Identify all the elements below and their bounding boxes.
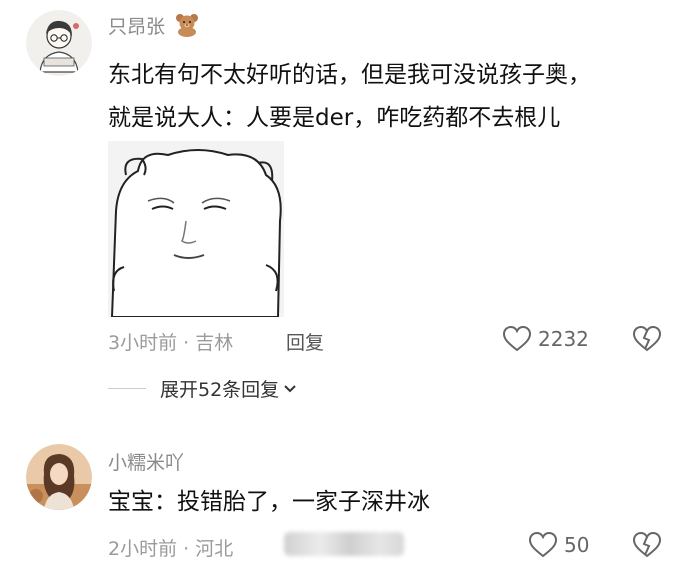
blurred-reply-preview bbox=[284, 532, 404, 556]
like-button[interactable]: 50 bbox=[528, 531, 589, 559]
comment-time-location: 3小时前 · 吉林 bbox=[108, 332, 234, 354]
username-text[interactable]: 只昂张 bbox=[108, 16, 165, 38]
comment-line: 东北有句不太好听的话，但是我可没说孩子奥， bbox=[108, 62, 591, 88]
comment-time-location: 2小时前 · 河北 bbox=[108, 538, 234, 560]
comment-line: 宝宝：投错胎了，一家子深井冰 bbox=[108, 489, 430, 515]
like-count: 2232 bbox=[538, 327, 589, 351]
heart-outline-icon bbox=[528, 531, 558, 558]
username[interactable]: 只昂张 bbox=[108, 12, 200, 42]
broken-heart-icon bbox=[632, 531, 662, 558]
dislike-button[interactable] bbox=[632, 531, 662, 563]
avatar-illustration bbox=[26, 10, 92, 76]
broken-heart-icon bbox=[632, 325, 662, 352]
teddy-bear-icon bbox=[174, 13, 200, 42]
comment-text: 东北有句不太好听的话，但是我可没说孩子奥， 就是说大人：人要是der，咋吃药都不… bbox=[108, 55, 591, 138]
avatar-photo bbox=[26, 444, 92, 510]
avatar[interactable] bbox=[26, 10, 92, 76]
expand-replies-label[interactable]: 展开52条回复 bbox=[160, 375, 279, 402]
dislike-button[interactable] bbox=[632, 325, 662, 357]
comment-text: 宝宝：投错胎了，一家子深井冰 bbox=[108, 482, 430, 522]
chevron-down-icon bbox=[284, 384, 296, 392]
username[interactable]: 小糯米吖 bbox=[108, 448, 184, 475]
reply-button[interactable]: 回复 bbox=[286, 328, 324, 355]
divider-line bbox=[108, 388, 146, 389]
avatar[interactable] bbox=[26, 444, 92, 510]
comment-line: 就是说大人：人要是der，咋吃药都不去根儿 bbox=[108, 105, 561, 131]
expand-replies[interactable]: 展开52条回复 bbox=[108, 375, 297, 402]
meme-bear-face bbox=[108, 141, 284, 318]
sticker-image[interactable] bbox=[108, 141, 284, 318]
heart-outline-icon bbox=[502, 325, 532, 352]
like-count: 50 bbox=[564, 533, 590, 557]
like-button[interactable]: 2232 bbox=[502, 325, 589, 353]
